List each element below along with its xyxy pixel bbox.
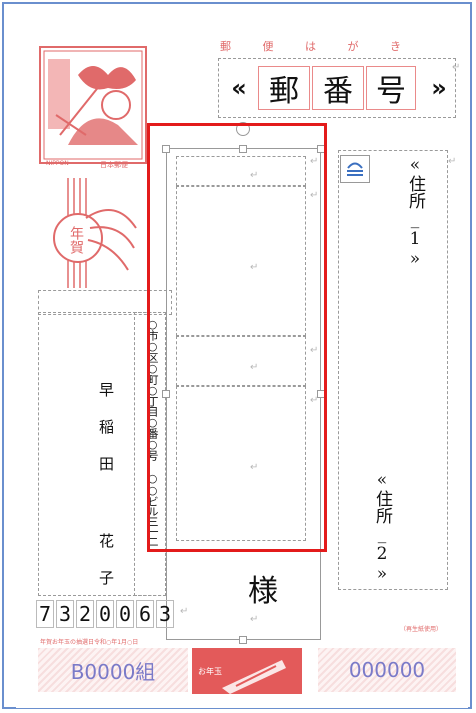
zip-open-chevron: « <box>231 74 247 102</box>
recipient-honorific: 様 <box>248 574 278 609</box>
stamp-caption-left: NIPPON <box>46 160 69 167</box>
recipient-address-1: «住所_1» <box>405 155 425 269</box>
sender-zip-digit: 6 <box>136 600 154 628</box>
layout-options-icon[interactable] <box>340 155 370 183</box>
lottery-group: B0000組 <box>38 648 188 692</box>
resize-handle-bottom[interactable] <box>239 636 247 644</box>
postcard-title: 郵 便 は が き <box>220 40 415 53</box>
nenga-emblem-icon <box>53 178 137 288</box>
zip-mark: ↵ <box>180 606 189 617</box>
zip-char-1: 郵 <box>258 66 310 110</box>
selection-highlight <box>147 123 327 552</box>
recipient-address-2: «住所_2» <box>372 470 392 584</box>
sender-zip-digit: 0 <box>116 600 134 628</box>
sender-zip-digit: 3 <box>56 600 74 628</box>
recycled-note: （再生紙使用） <box>400 626 443 633</box>
stamp-caption-right: 日本郵便 <box>100 161 128 169</box>
zip-char-2: 番 <box>312 66 364 110</box>
zip-close-chevron: » <box>431 74 447 102</box>
otoshidama-label: お年玉 <box>198 667 222 676</box>
sender-zip-digit: 0 <box>96 600 114 628</box>
sender-zip-digit: 2 <box>76 600 94 628</box>
zip-char-3: 号 <box>366 66 416 110</box>
sender-zip[interactable]: 7 3 2 0 0 6 3 <box>36 600 176 630</box>
cell-mark-5: ↵ <box>250 614 259 625</box>
lottery-note: 年賀お年玉の抽選日令和○年1月○日 <box>40 639 139 646</box>
sender-zip-digit: 3 <box>156 600 174 628</box>
stamp-icon <box>39 46 147 164</box>
paragraph-mark: ↵ <box>452 62 461 73</box>
sender-name: 早稲田 花子 <box>97 382 115 607</box>
nenga-label: 年賀 <box>68 226 84 254</box>
sender-zip-digit: 7 <box>36 600 54 628</box>
lottery-number: 000000 <box>318 648 456 692</box>
addr-mark: ↵ <box>448 156 457 167</box>
